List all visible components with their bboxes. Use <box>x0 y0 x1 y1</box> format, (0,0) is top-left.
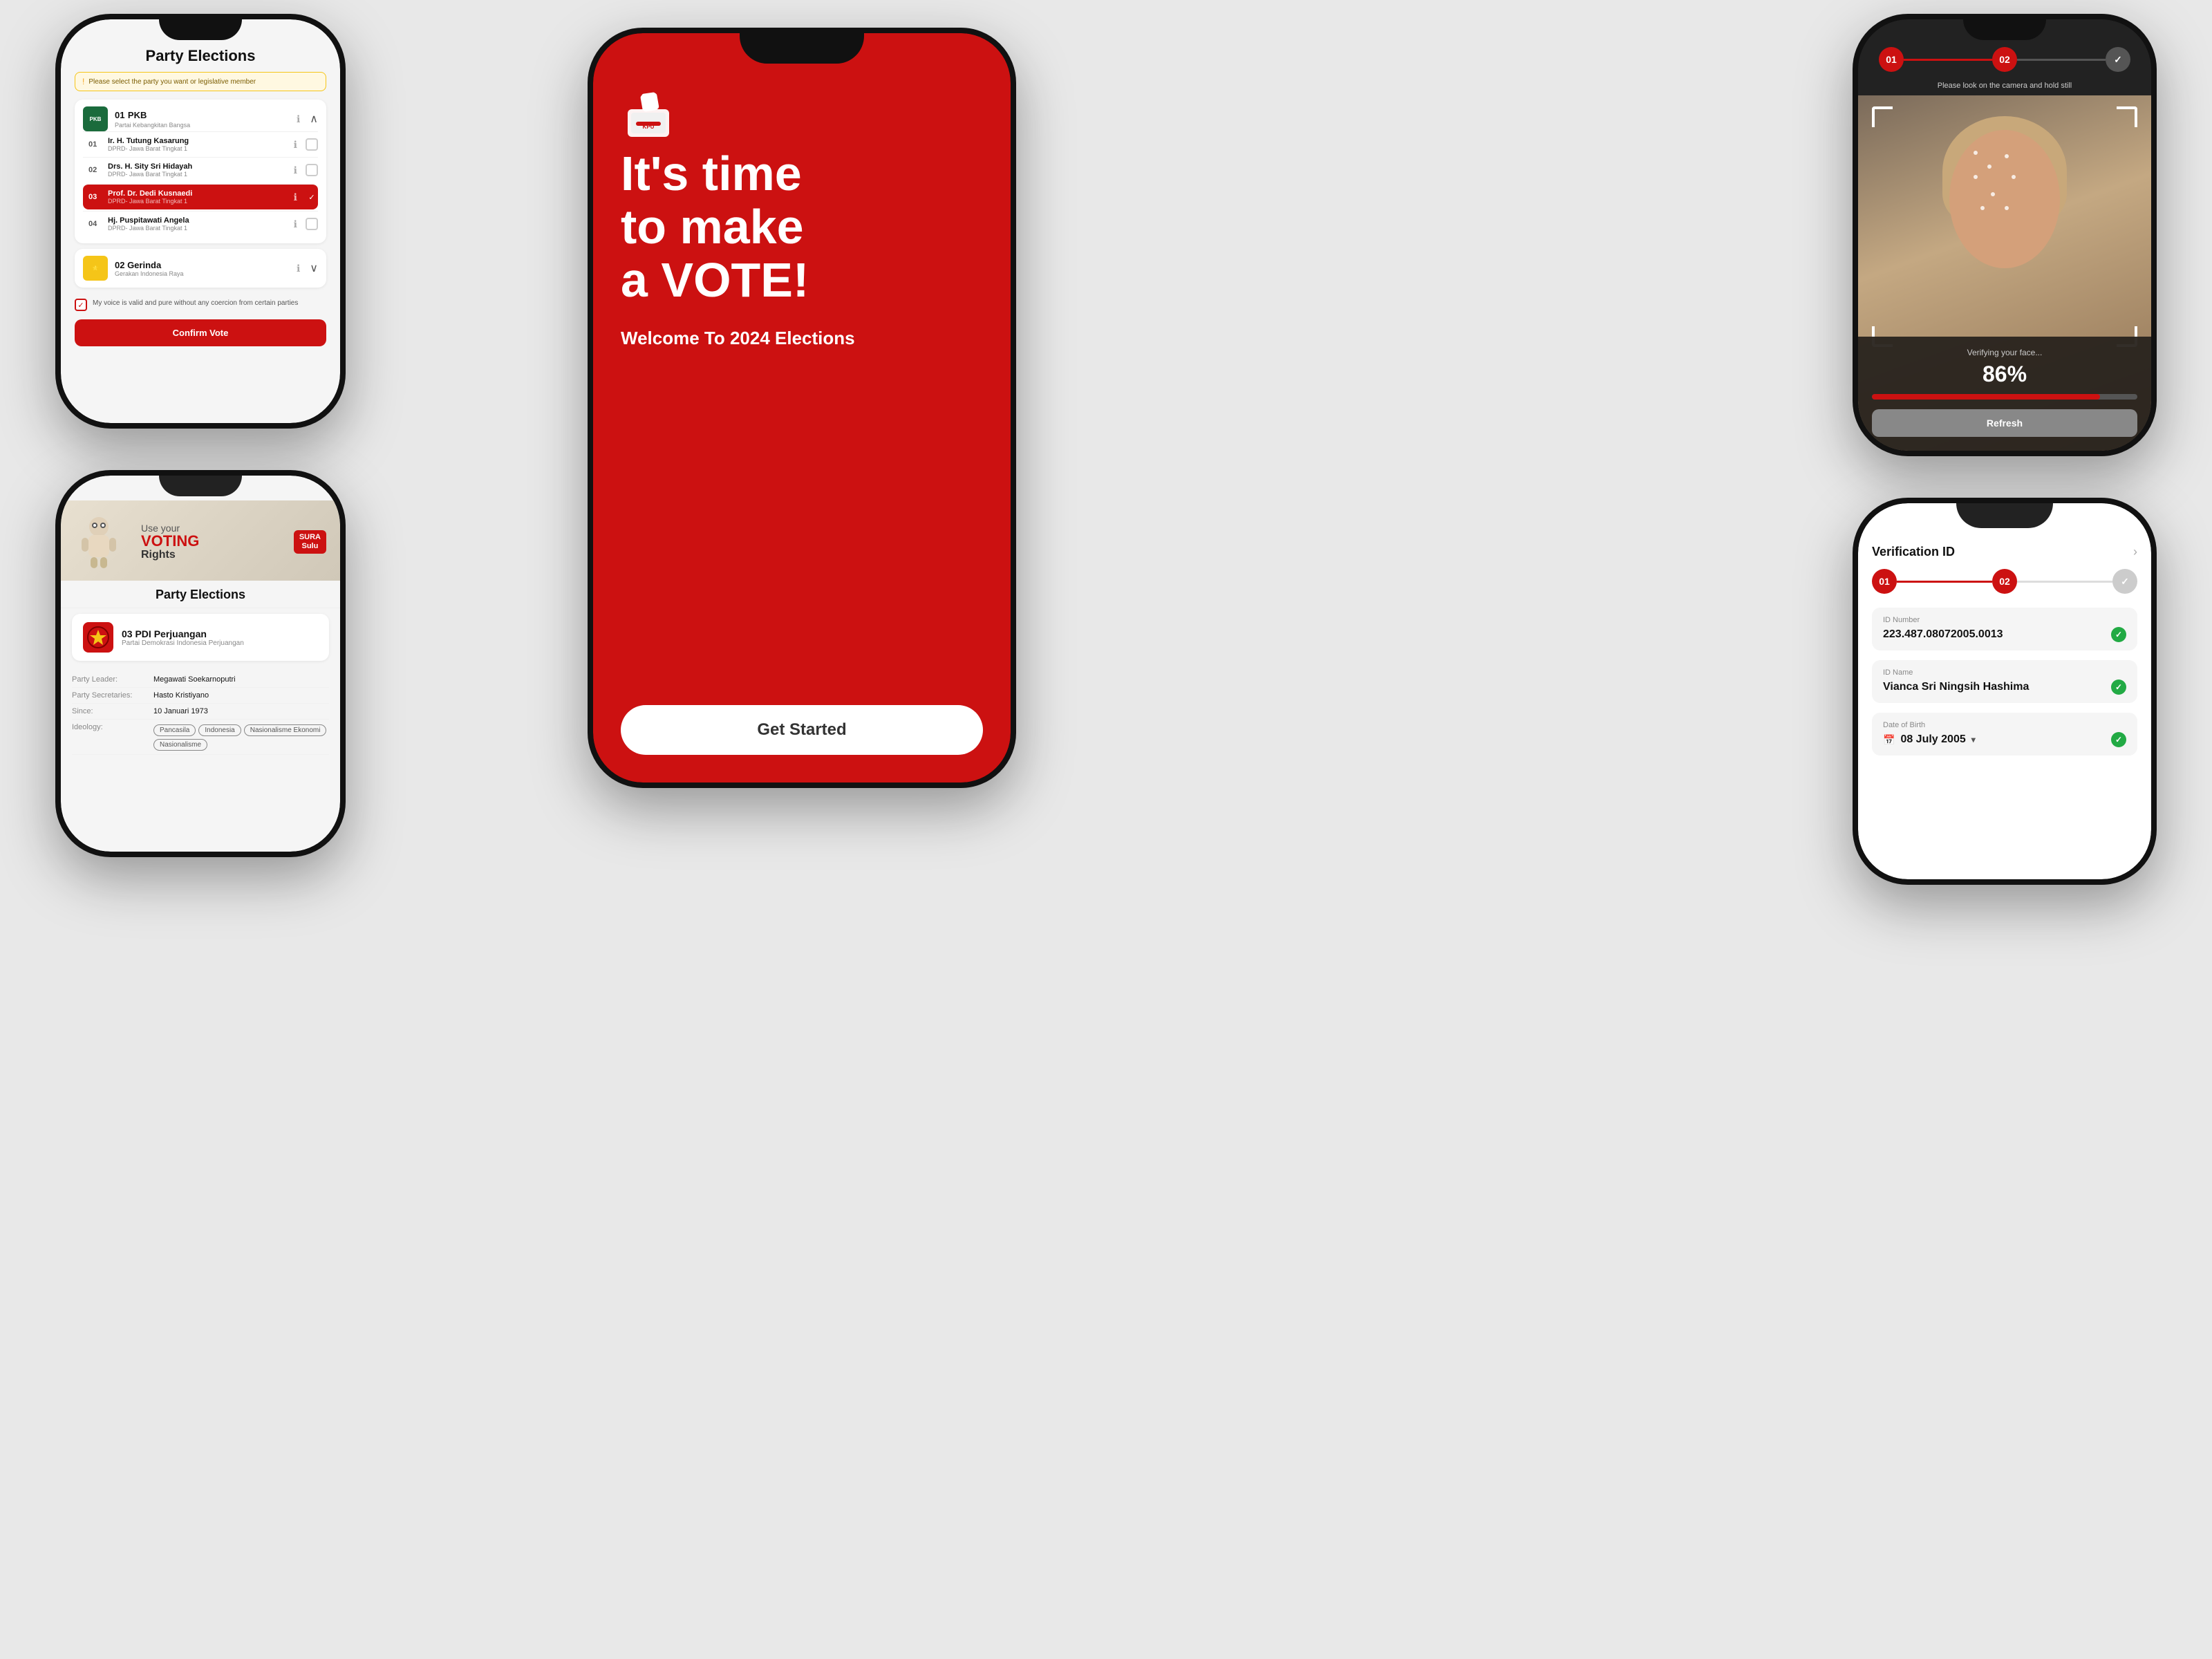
warning-banner: ! Please select the party you want or le… <box>75 72 326 91</box>
consent-checkbox[interactable]: ✓ <box>75 299 87 311</box>
pkb-chevron-up[interactable]: ∧ <box>310 112 318 126</box>
party-gerinda-name: 02 Gerinda Gerakan Indonesia Raya <box>115 260 290 277</box>
phone-hero: KPU It's time to make a VOTE! Welcome To… <box>588 28 1016 788</box>
notch-verify <box>1963 19 2046 40</box>
notch-verif-id <box>1956 503 2053 528</box>
step-line-id-1 <box>1897 581 1992 583</box>
step-line-1 <box>1904 59 1992 61</box>
scan-corner-tl <box>1872 106 1893 127</box>
confirm-vote-button[interactable]: Confirm Vote <box>75 319 326 346</box>
detail-row-leader: Party Leader: Megawati Soekarnoputri <box>72 672 329 688</box>
phone-verification-id: Verification ID › 01 02 ✓ ID Number 223.… <box>1853 498 2157 885</box>
face-dot <box>1991 192 1995 196</box>
step1-circle-id: 01 <box>1872 569 1897 594</box>
pdi-party-header[interactable]: 03 PDI Perjuangan Partai Demokrasi Indon… <box>72 614 329 661</box>
cand4-checkbox[interactable] <box>306 218 318 230</box>
cand2-checkbox[interactable] <box>306 164 318 176</box>
party-gerinda-block[interactable]: ⭐ 02 Gerinda Gerakan Indonesia Raya ℹ ∨ <box>75 249 326 288</box>
phone-voting-rights: Use your VOTING Rights SURA Sulu Party E… <box>55 470 346 857</box>
party-pkb-name: 01 PKB Partai Kebangkitan Bangsa <box>115 109 290 129</box>
id-name-check: ✓ <box>2111 679 2126 695</box>
notch-hero <box>740 33 864 64</box>
step1-circle: 01 <box>1879 47 1904 72</box>
step2-circle: 02 <box>1992 47 2017 72</box>
step2-circle-id: 02 <box>1992 569 2017 594</box>
step-line-id-2 <box>2017 581 2112 583</box>
face-oval <box>1949 130 2060 268</box>
voting-banner: Use your VOTING Rights SURA Sulu <box>61 500 340 581</box>
mascot-icon <box>75 514 130 570</box>
face-dot <box>1980 206 1985 210</box>
verifying-text: Verifying your face... <box>1872 348 2137 357</box>
dob-field[interactable]: Date of Birth 📅 08 July 2005 ▾ ✓ <box>1872 713 2137 756</box>
face-dot <box>2005 154 2009 158</box>
candidate-row-2[interactable]: 02 Drs. H. Sity Sri Hidayah DPRD- Jawa B… <box>83 157 318 182</box>
face-dot <box>1974 175 1978 179</box>
consent-row[interactable]: ✓ My voice is valid and pure without any… <box>75 293 326 317</box>
notch <box>159 19 242 40</box>
detail-row-ideology: Ideology: Pancasila Indonesia Nasionalis… <box>72 720 329 755</box>
gerinda-chevron[interactable]: ∨ <box>310 261 318 275</box>
cand1-info-icon[interactable]: ℹ <box>294 139 297 151</box>
face-dot <box>2012 175 2016 179</box>
pkb-logo: PKB <box>83 106 108 131</box>
notch-voting <box>159 476 242 496</box>
refresh-button[interactable]: Refresh <box>1872 409 2137 437</box>
pdi-logo <box>83 622 113 653</box>
candidate-row-4[interactable]: 04 Hj. Puspitawati Angela DPRD- Jawa Bar… <box>83 211 318 236</box>
warning-icon: ! <box>82 77 84 86</box>
step-done-circle: ✓ <box>2106 47 2130 72</box>
cand1-checkbox[interactable] <box>306 138 318 151</box>
candidate-row-3-selected[interactable]: 03 Prof. Dr. Dedi Kusnaedi DPRD- Jawa Ba… <box>83 184 318 209</box>
gerinda-logo: ⭐ <box>83 256 108 281</box>
get-started-button[interactable]: Get Started <box>621 705 983 755</box>
welcome-text: Welcome To 2024 Elections <box>621 328 855 349</box>
face-dot <box>1974 151 1978 155</box>
progress-fill <box>1872 394 2100 400</box>
party-detail-title: Party Elections <box>61 581 340 608</box>
dob-check: ✓ <box>2111 732 2126 747</box>
screen1-title: Party Elections <box>75 47 326 65</box>
phone-party-elections: Party Elections ! Please select the part… <box>55 14 346 429</box>
detail-row-since: Since: 10 Januari 1973 <box>72 704 329 720</box>
face-dot <box>2005 206 2009 210</box>
candidate-row-1[interactable]: 01 Ir. H. Tutung Kasarung DPRD- Jawa Bar… <box>83 131 318 157</box>
percent-display: 86% <box>1872 362 2137 387</box>
cand3-checkbox[interactable]: ✓ <box>306 191 318 203</box>
ideology-tags: Pancasila Indonesia Nasionalisme Ekonomi… <box>153 724 329 751</box>
step-line-2 <box>2017 59 2106 61</box>
dob-dropdown-icon[interactable]: ▾ <box>1971 735 1976 744</box>
verification-title: Verification ID <box>1872 545 1955 559</box>
party-detail-table: Party Leader: Megawati Soekarnoputri Par… <box>61 666 340 760</box>
chevron-right-icon[interactable]: › <box>2133 545 2137 559</box>
cand3-info-icon[interactable]: ℹ <box>294 191 297 203</box>
face-scan-area: Verifying your face... 86% Refresh <box>1858 95 2151 451</box>
svg-text:KPU: KPU <box>643 124 655 130</box>
step-done-circle-id: ✓ <box>2112 569 2137 594</box>
party-pkb-block[interactable]: PKB 01 PKB Partai Kebangkitan Bangsa ℹ ∧… <box>75 100 326 243</box>
ballot-box-icon: KPU <box>621 88 676 147</box>
gerinda-info-icon[interactable]: ℹ <box>297 263 300 274</box>
sura-sulu-badge: SURA Sulu <box>294 530 326 554</box>
detail-row-secretaries: Party Secretaries: Hasto Kristiyano <box>72 688 329 704</box>
id-number-field: ID Number 223.487.08072005.0013 ✓ <box>1872 608 2137 650</box>
progress-bar <box>1872 394 2137 400</box>
cand4-info-icon[interactable]: ℹ <box>294 218 297 230</box>
verification-title-row: Verification ID › <box>1872 538 2137 569</box>
id-name-field: ID Name Vianca Sri Ningsih Hashima ✓ <box>1872 660 2137 703</box>
pkb-info-icon[interactable]: ℹ <box>297 113 300 125</box>
face-dot <box>1987 165 1991 169</box>
id-number-check: ✓ <box>2111 627 2126 642</box>
calendar-icon: 📅 <box>1883 734 1895 746</box>
verify-panel: Verifying your face... 86% Refresh <box>1858 337 2151 451</box>
phone-face-verify: 01 02 ✓ Please look on the camera and ho… <box>1853 14 2157 456</box>
face-simulation <box>1936 116 2074 296</box>
cand2-info-icon[interactable]: ℹ <box>294 165 297 176</box>
step-hint-text: Please look on the camera and hold still <box>1858 79 2151 95</box>
scan-corner-tr <box>2117 106 2137 127</box>
step-bar-verif-id: 01 02 ✓ <box>1872 569 2137 594</box>
dob-row[interactable]: 📅 08 July 2005 ▾ <box>1883 733 1976 746</box>
hero-text: It's time to make a VOTE! <box>621 147 809 307</box>
voting-text: Use your VOTING Rights <box>141 523 283 561</box>
